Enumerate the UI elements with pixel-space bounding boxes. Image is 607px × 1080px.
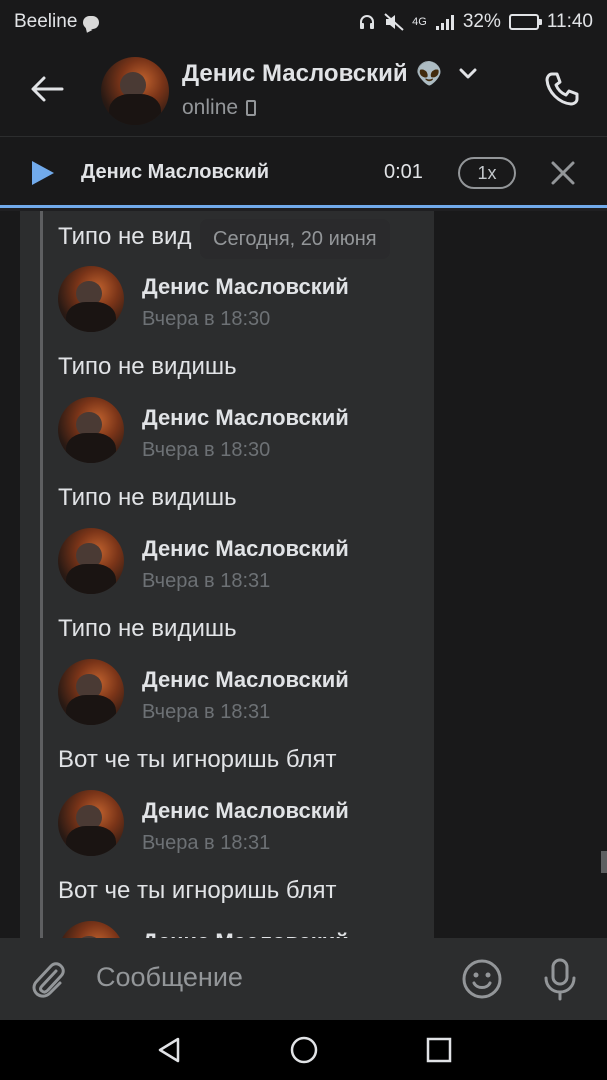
clock: 11:40 [546, 11, 593, 32]
call-button[interactable] [541, 68, 583, 110]
chevron-down-icon [459, 68, 477, 79]
contact-name: Денис Масловский [182, 60, 408, 87]
chat-notification-icon [83, 15, 100, 29]
sender-avatar[interactable] [58, 397, 124, 463]
message-text: Типо не вид [58, 223, 192, 250]
paperclip-icon [32, 962, 65, 998]
sender-name: Денис Масловский [142, 274, 349, 299]
mobile-device-icon [246, 100, 257, 116]
close-icon [551, 161, 575, 185]
emoji-button[interactable] [461, 958, 503, 1000]
sender-name: Денис Масловский [142, 929, 349, 938]
back-button[interactable] [26, 68, 68, 110]
scrollbar-thumb[interactable] [601, 851, 607, 873]
microphone-icon [544, 958, 576, 1001]
nav-recent-icon [426, 1037, 452, 1063]
message-text: Типо не видишь [58, 615, 237, 642]
sender-avatar[interactable] [58, 528, 124, 594]
nav-recent-button[interactable] [424, 1035, 454, 1065]
audio-player: Денис Масловский 0:01 1x [0, 136, 607, 208]
message-text: Типо не видишь [58, 484, 237, 511]
message-time: Вчера в 18:31 [142, 701, 271, 723]
sender-avatar[interactable] [58, 921, 124, 938]
player-time: 0:01 [384, 161, 423, 183]
battery-icon [508, 14, 542, 30]
forwarded-header[interactable]: Денис Масловский Вчера в 18:30 [58, 397, 418, 467]
sender-name: Денис Масловский [142, 667, 349, 692]
forwarded-header[interactable]: Денис Масловский Вчера в 18:30 [58, 266, 418, 336]
close-player-button[interactable] [549, 159, 577, 187]
status-right: 4G 32% 11:40 [358, 11, 593, 33]
sender-avatar[interactable] [58, 266, 124, 332]
contact-status-row: online [182, 96, 257, 120]
play-icon[interactable] [32, 161, 54, 185]
message-time: Вчера в 18:30 [142, 308, 271, 330]
status-bar: Beeline 4G 32% 11:40 [0, 0, 607, 44]
forward-indicator-line [40, 211, 43, 938]
carrier-group: Beeline [14, 11, 100, 33]
smiley-icon [462, 959, 502, 999]
chat-header: Денис Масловский 👽 online [0, 44, 607, 136]
message-input[interactable]: Сообщение [96, 962, 243, 993]
alien-emoji: 👽 [415, 61, 444, 86]
sender-avatar[interactable] [58, 790, 124, 856]
playback-speed-button[interactable]: 1x [458, 157, 516, 189]
arrow-left-icon [31, 76, 64, 102]
message-time: Вчера в 18:31 [142, 832, 271, 854]
date-badge: Сегодня, 20 июня [200, 219, 390, 259]
contact-status: online [182, 96, 239, 119]
message-text: Вот че ты игноришь блят [58, 877, 337, 904]
headphones-icon [360, 15, 375, 29]
nav-home-icon [290, 1036, 318, 1064]
battery-percent: 32% [462, 11, 501, 32]
forwarded-header[interactable]: Денис Масловский Вчера в 18:31 [58, 790, 418, 860]
system-navigation-bar [0, 1020, 607, 1080]
microphone-button[interactable] [542, 957, 578, 1001]
carrier-name: Beeline [14, 11, 78, 32]
phone-icon [545, 72, 579, 106]
mute-icon [384, 13, 404, 31]
nav-back-icon [158, 1037, 180, 1063]
forwarded-header[interactable]: Денис Масловский Вчера в 18:31 [58, 659, 418, 729]
contact-avatar[interactable] [101, 57, 169, 125]
sender-avatar[interactable] [58, 659, 124, 725]
sender-name: Денис Масловский [142, 536, 349, 561]
signal-icon [435, 15, 454, 30]
message-time: Вчера в 18:31 [142, 570, 271, 592]
network-type: 4G [412, 15, 427, 28]
nav-home-button[interactable] [289, 1035, 319, 1065]
message-time: Вчера в 18:30 [142, 439, 271, 461]
attach-button[interactable] [28, 959, 68, 999]
nav-back-button[interactable] [154, 1035, 184, 1065]
sender-name: Денис Масловский [142, 405, 349, 430]
message-text: Типо не видишь [58, 353, 237, 380]
message-composer: Сообщение [0, 938, 607, 1020]
sender-name: Денис Масловский [142, 798, 349, 823]
player-track-name[interactable]: Денис Масловский [81, 161, 269, 184]
message-text: Вот че ты игноришь блят [58, 746, 337, 773]
forwarded-header[interactable]: Денис Масловский Вчера в 18:31 [58, 528, 418, 598]
message-list[interactable]: Типо не вид Сегодня, 20 июня Денис Масло… [0, 211, 607, 938]
forwarded-header[interactable]: Денис Масловский [58, 921, 418, 938]
contact-name-row[interactable]: Денис Масловский 👽 [182, 60, 477, 88]
